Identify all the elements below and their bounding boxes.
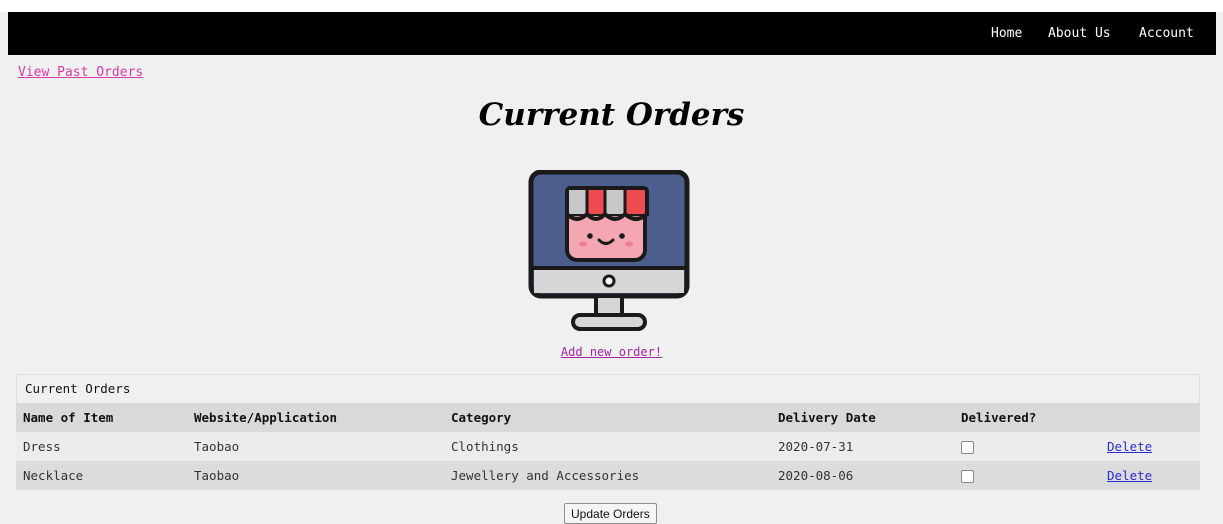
table-row: Necklace Taobao Jewellery and Accessorie… — [16, 461, 1200, 490]
page-title: Current Orders — [478, 97, 745, 133]
cell-name: Dress — [23, 439, 61, 454]
cell-delivered — [954, 432, 1100, 461]
col-date-header: Delivery Date — [778, 410, 876, 425]
cell-delivered — [954, 461, 1100, 490]
delivered-checkbox[interactable] — [961, 470, 974, 483]
table-caption: Current Orders — [16, 374, 1200, 403]
nav-about-link[interactable]: About Us — [1048, 12, 1111, 55]
navbar: Home About Us Account — [8, 12, 1216, 55]
col-category-header: Category — [451, 410, 512, 425]
col-delivered-header: Delivered? — [961, 410, 1037, 425]
cell-action: Delete — [1100, 432, 1200, 461]
top-strip — [0, 0, 1223, 12]
update-orders-button[interactable]: Update Orders — [564, 503, 657, 524]
cell-action: Delete — [1100, 461, 1200, 490]
cell-date: 2020-08-06 — [778, 468, 854, 483]
cell-website: Taobao — [194, 468, 240, 483]
delete-link[interactable]: Delete — [1107, 439, 1152, 454]
cell-category: Jewellery and Accessories — [451, 468, 640, 483]
table-header-row: Name of Item Website/Application Categor… — [16, 403, 1200, 432]
shop-monitor-icon — [528, 170, 690, 331]
col-website-header: Website/Application — [194, 410, 337, 425]
orders-table: Current Orders Name of Item Website/Appl… — [16, 374, 1200, 490]
cell-website: Taobao — [194, 439, 240, 454]
delivered-checkbox[interactable] — [961, 441, 974, 454]
view-past-orders-link[interactable]: View Past Orders — [18, 65, 143, 80]
add-new-order-link[interactable]: Add new order! — [561, 345, 662, 359]
cell-date: 2020-07-31 — [778, 439, 854, 454]
table-row: Dress Taobao Clothings 2020-07-31 Delete — [16, 432, 1200, 461]
add-order-container: Add new order! — [0, 345, 1223, 359]
col-name-header: Name of Item — [23, 410, 114, 425]
nav-home-link[interactable]: Home — [991, 12, 1022, 55]
cell-category: Clothings — [451, 439, 519, 454]
delete-link[interactable]: Delete — [1107, 468, 1152, 483]
col-action-header — [1100, 403, 1200, 432]
nav-account-link[interactable]: Account — [1139, 12, 1194, 55]
cell-name: Necklace — [23, 468, 84, 483]
